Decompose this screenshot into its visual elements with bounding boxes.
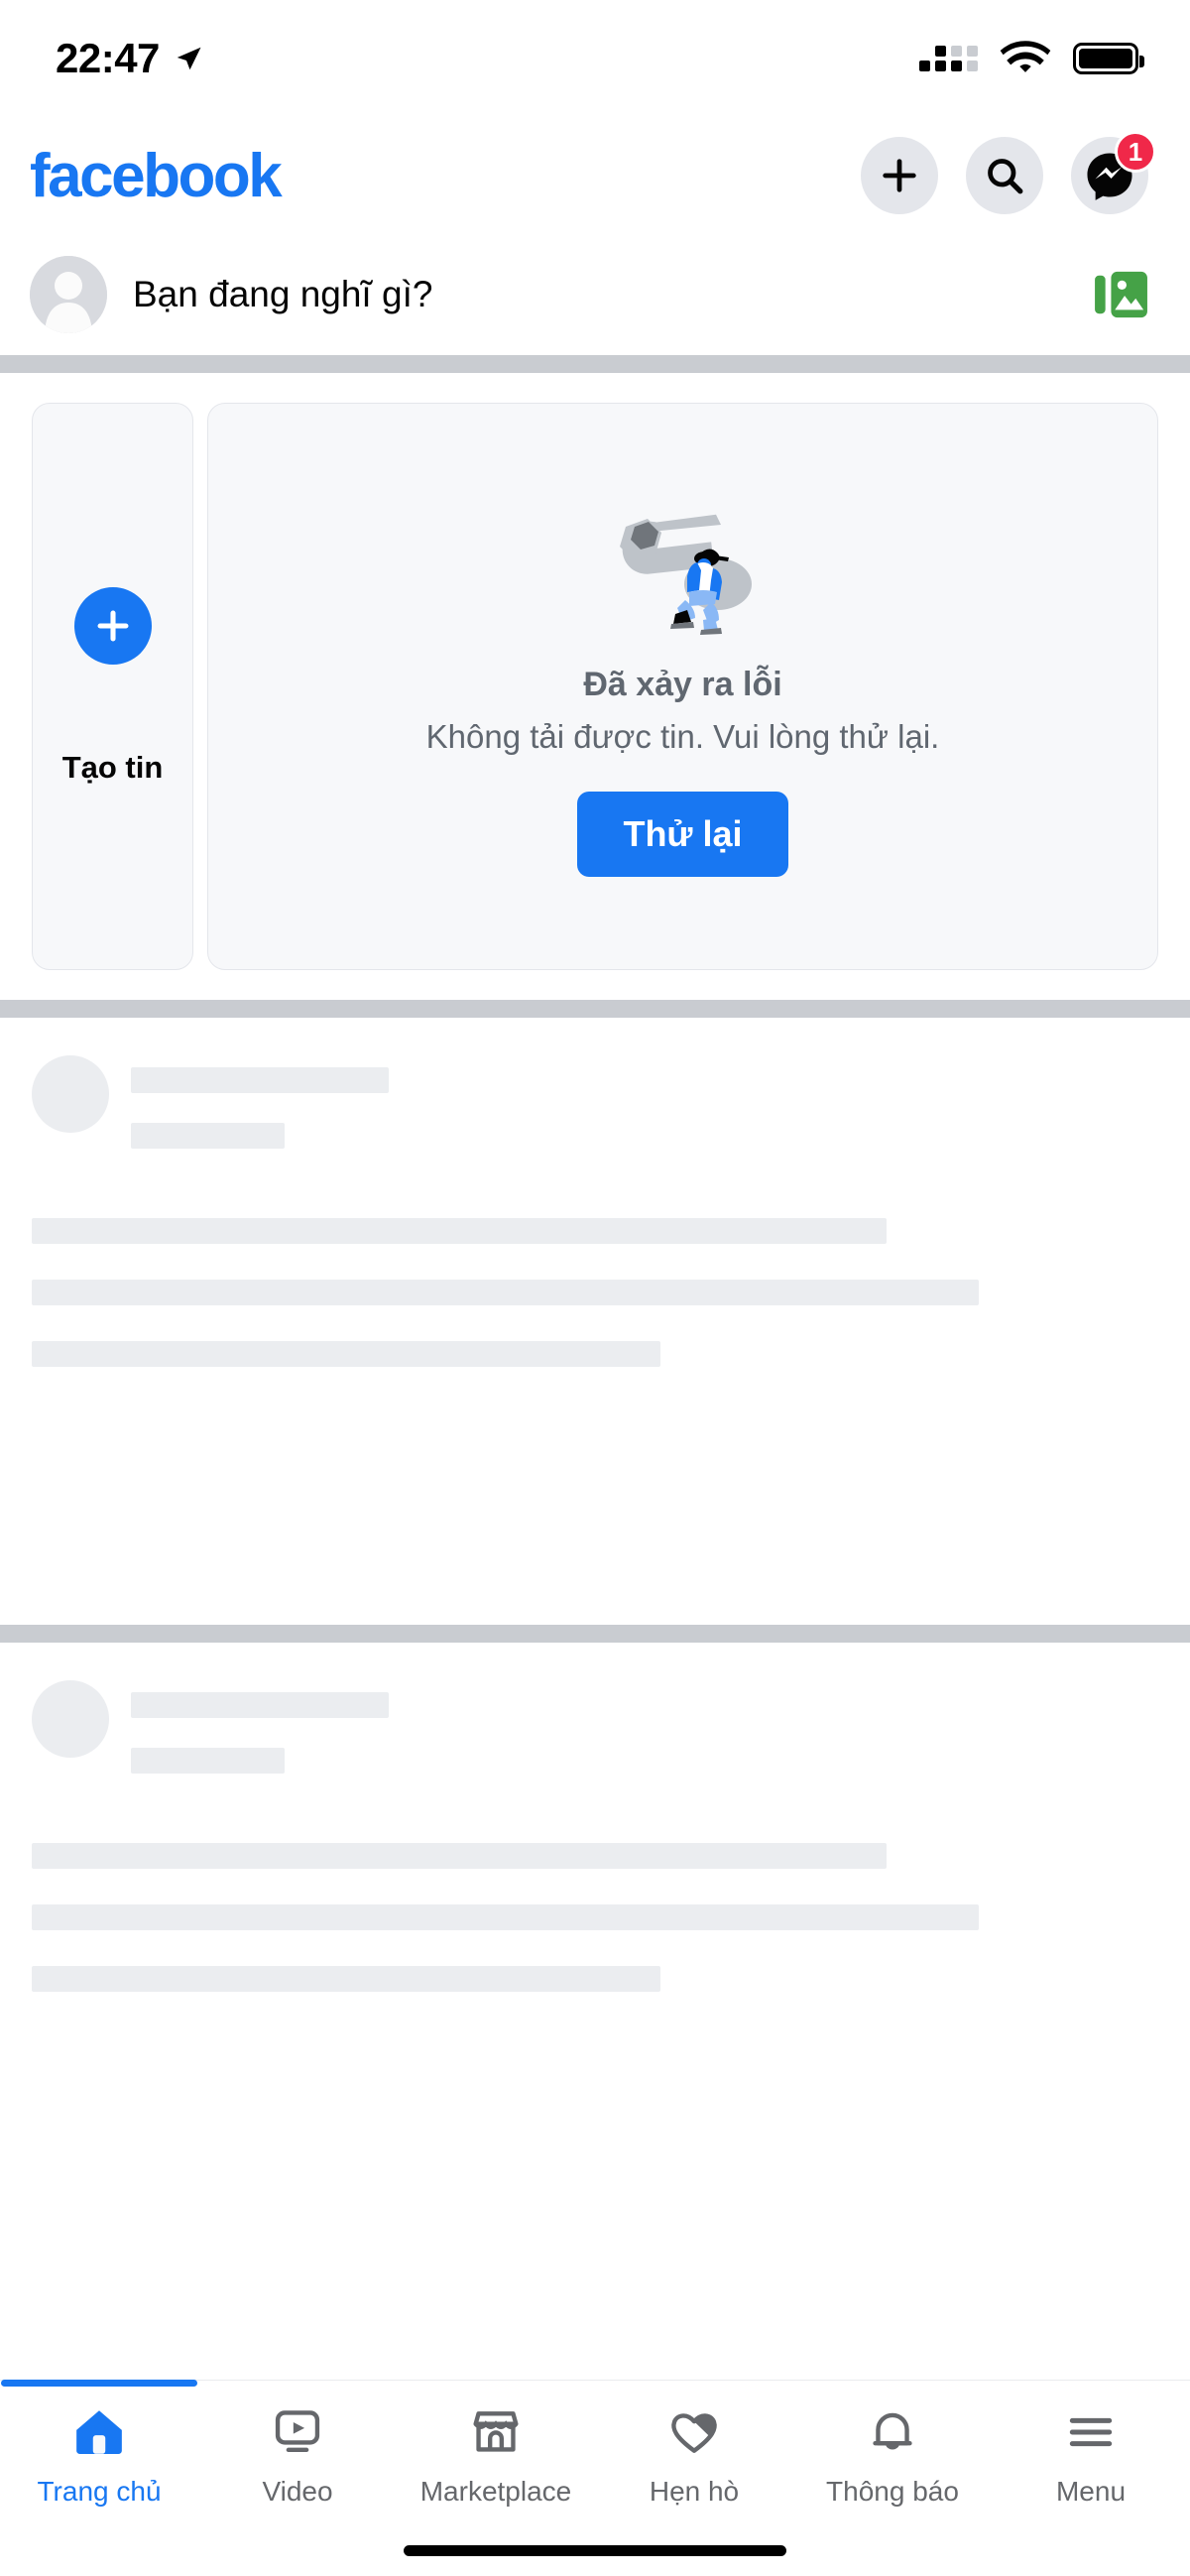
section-separator — [0, 1000, 1190, 1018]
section-separator — [0, 355, 1190, 373]
composer-placeholder[interactable]: Bạn đang nghĩ gì? — [133, 274, 1069, 315]
bell-icon — [866, 2404, 919, 2460]
active-tab-indicator — [1, 2380, 197, 2387]
create-story-label: Tạo tin — [61, 750, 164, 785]
wifi-icon — [1000, 41, 1051, 72]
nav-label-home: Trang chủ — [37, 2476, 162, 2507]
messenger-button[interactable]: 1 — [1071, 131, 1156, 214]
video-icon — [271, 2404, 324, 2460]
skeleton-line — [131, 1067, 389, 1093]
skeleton-line — [32, 1904, 979, 1930]
status-bar-left: 22:47 — [56, 35, 203, 82]
post-composer[interactable]: Bạn đang nghĩ gì? — [0, 234, 1190, 355]
plus-icon — [97, 610, 128, 642]
hamburger-menu-icon — [1064, 2404, 1118, 2460]
home-indicator — [404, 2545, 786, 2556]
skeleton-post-header — [32, 1055, 1158, 1149]
create-button[interactable] — [861, 137, 938, 214]
cellular-signal-icon — [919, 46, 978, 71]
nav-item-menu[interactable]: Menu — [992, 2404, 1190, 2508]
create-story-card[interactable]: Tạo tin — [32, 403, 193, 970]
skeleton-post — [0, 1643, 1190, 1992]
stories-error-card: Đã xảy ra lỗi Không tải được tin. Vui lò… — [207, 403, 1158, 970]
messenger-unread-badge: 1 — [1115, 131, 1156, 173]
nav-item-notifications[interactable]: Thông báo — [793, 2404, 992, 2508]
default-avatar-icon — [30, 256, 107, 333]
home-icon — [72, 2404, 126, 2460]
section-separator — [0, 1625, 1190, 1643]
search-icon — [988, 159, 1023, 194]
skeleton-line — [32, 1280, 979, 1305]
header-actions: 1 — [861, 131, 1156, 214]
stories-error-subtitle: Không tải được tin. Vui lòng thử lại. — [425, 717, 940, 755]
status-bar-right — [919, 40, 1144, 77]
battery-full-icon — [1073, 43, 1144, 74]
photo-gallery-icon[interactable] — [1095, 270, 1148, 319]
skeleton-line — [131, 1748, 285, 1774]
nav-item-marketplace[interactable]: Marketplace — [397, 2404, 595, 2508]
plus-icon — [883, 159, 916, 192]
skeleton-header-lines — [131, 1680, 389, 1774]
location-arrow-icon — [177, 47, 201, 70]
nav-item-home[interactable]: Trang chủ — [0, 2380, 198, 2508]
nav-label-dating: Hẹn hò — [649, 2476, 740, 2507]
marketplace-icon — [469, 2404, 523, 2460]
nav-label-menu: Menu — [1055, 2476, 1127, 2507]
skeleton-post-body — [32, 1843, 1158, 1992]
status-bar-clock: 22:47 — [56, 35, 160, 81]
nav-label-notifications: Thông báo — [826, 2476, 959, 2507]
search-button[interactable] — [966, 137, 1043, 214]
skeleton-line — [131, 1123, 285, 1149]
create-story-plus-button[interactable] — [73, 587, 152, 665]
skeleton-line — [131, 1692, 389, 1718]
app-header: facebook 1 — [0, 117, 1190, 234]
wrench-worker-illustration — [619, 514, 752, 635]
skeleton-header-lines — [131, 1055, 389, 1149]
skeleton-post-body — [32, 1218, 1158, 1367]
retry-button[interactable]: Thử lại — [577, 791, 788, 877]
nav-label-marketplace: Marketplace — [419, 2476, 572, 2507]
facebook-mobile-screen: 22:47 facebook 1 Bạn đang nghĩ gì? Tạo t… — [0, 0, 1190, 2576]
nav-item-dating[interactable]: Hẹn hò — [595, 2404, 793, 2508]
stories-tray: Tạo tin Đã xảy ra lỗi Không tải được tin… — [0, 373, 1190, 1000]
status-bar: 22:47 — [0, 0, 1190, 117]
nav-label-video: Video — [262, 2476, 333, 2507]
facebook-logo[interactable]: facebook — [30, 141, 283, 211]
skeleton-avatar — [32, 1055, 109, 1133]
skeleton-avatar — [32, 1680, 109, 1758]
nav-item-video[interactable]: Video — [198, 2404, 397, 2508]
skeleton-line — [32, 1966, 660, 1992]
skeleton-line — [32, 1843, 887, 1869]
skeleton-line — [32, 1218, 887, 1244]
skeleton-post — [0, 1018, 1190, 1625]
stories-error-title: Đã xảy ra lỗi — [583, 665, 782, 703]
dating-heart-icon — [667, 2404, 721, 2460]
skeleton-line — [32, 1341, 660, 1367]
skeleton-post-header — [32, 1680, 1158, 1774]
